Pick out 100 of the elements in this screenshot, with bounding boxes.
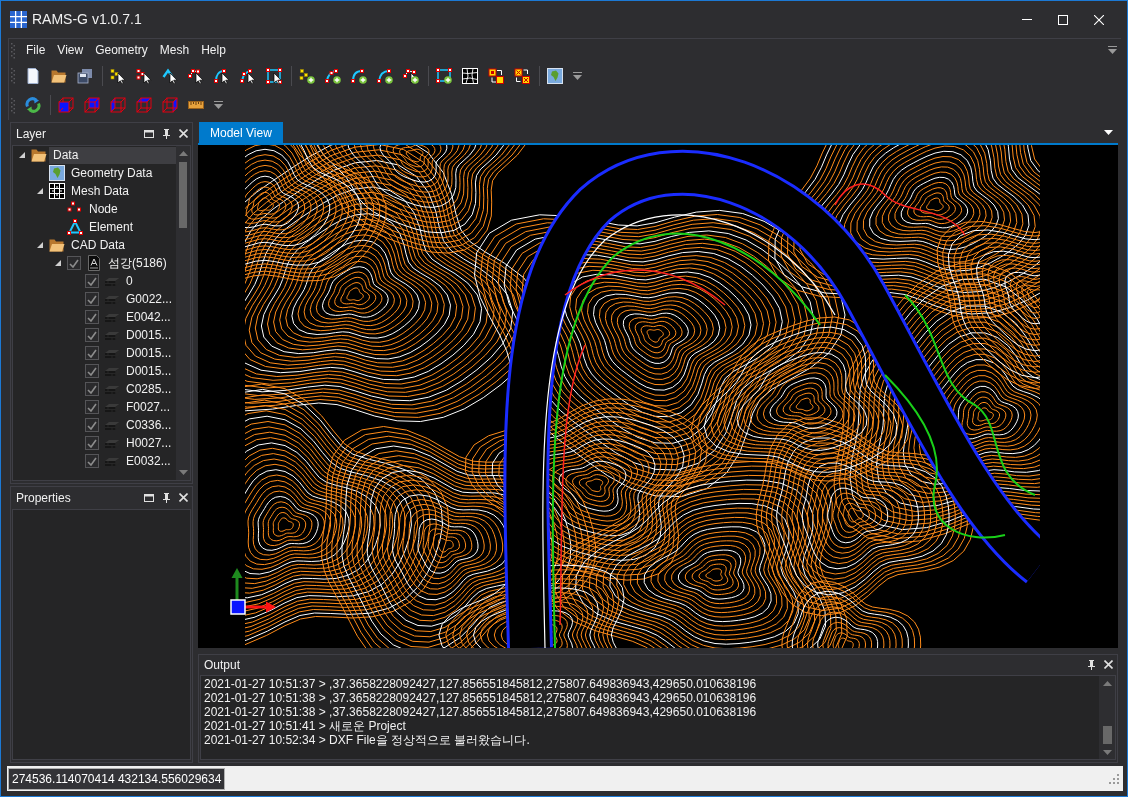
menu-item[interactable]: Help xyxy=(195,40,232,60)
tree-item[interactable]: C0336... xyxy=(122,416,175,434)
refresh-icon[interactable] xyxy=(25,97,41,113)
curve-plus-icon[interactable] xyxy=(351,67,367,84)
overflow-icon[interactable] xyxy=(573,71,582,80)
checkbox[interactable] xyxy=(85,382,99,396)
polyline-plus-icon[interactable] xyxy=(403,67,419,84)
checkbox[interactable] xyxy=(85,400,99,414)
rectangle-cursor-icon[interactable] xyxy=(266,67,282,84)
points-cursor-icon[interactable] xyxy=(110,67,126,84)
tree-item[interactable]: C0285... xyxy=(122,380,175,398)
tree-item[interactable]: G0022... xyxy=(122,290,176,308)
scrollbar-track[interactable] xyxy=(176,146,190,480)
checkbox[interactable] xyxy=(85,310,99,324)
grid-icon xyxy=(10,11,27,28)
points-cursor-icon[interactable] xyxy=(136,67,152,84)
rectangle-plus-icon[interactable] xyxy=(436,67,452,84)
window-icon[interactable] xyxy=(144,129,154,138)
squares-arrows-icon[interactable] xyxy=(488,67,504,84)
toolbar-grip[interactable] xyxy=(11,96,15,114)
menu-item[interactable]: Geometry xyxy=(89,40,154,60)
squares-arrows-icon[interactable] xyxy=(514,67,530,84)
scrollbar-thumb[interactable] xyxy=(179,162,187,228)
panel-title: Layer xyxy=(16,126,47,141)
cube-icon[interactable] xyxy=(162,97,178,113)
axis-icon xyxy=(230,568,276,616)
toolbar-grip[interactable] xyxy=(11,67,15,84)
checkbox[interactable] xyxy=(85,292,99,306)
checkbox[interactable] xyxy=(67,256,81,270)
expanded-arrow-icon[interactable] xyxy=(37,188,43,194)
maximize-icon[interactable] xyxy=(1058,14,1068,25)
expanded-arrow-icon[interactable] xyxy=(37,242,43,248)
cube-icon[interactable] xyxy=(58,97,74,113)
window-icon[interactable] xyxy=(144,493,154,502)
checkbox[interactable] xyxy=(85,418,99,432)
curve-plus-icon[interactable] xyxy=(377,67,393,84)
save-icon[interactable] xyxy=(77,67,93,84)
caret-cursor-icon[interactable] xyxy=(162,67,178,84)
checkbox[interactable] xyxy=(85,454,99,468)
cube-icon[interactable] xyxy=(136,97,152,113)
tree-item[interactable]: D0015... xyxy=(122,344,175,362)
tree-item[interactable]: Geometry Data xyxy=(67,164,156,182)
close-icon[interactable] xyxy=(179,493,188,502)
pin-icon[interactable] xyxy=(162,492,171,503)
dropdown-arrow-icon[interactable] xyxy=(1104,130,1113,135)
tree-item[interactable]: 0 xyxy=(122,272,136,290)
log-line: 2021-01-27 10:52:34 > DXF File을 정상적으로 불러왔습니다. xyxy=(204,733,530,747)
cube-icon[interactable] xyxy=(110,97,126,113)
tree-item[interactable]: Element xyxy=(85,218,137,236)
mesh-grid-icon[interactable] xyxy=(462,67,478,84)
tree-item[interactable]: E0042... xyxy=(122,308,174,326)
page-icon[interactable] xyxy=(25,67,41,84)
map-icon xyxy=(49,165,65,181)
tree-item[interactable]: H0027... xyxy=(122,434,175,452)
cube-icon[interactable] xyxy=(84,97,100,113)
expanded-arrow-icon[interactable] xyxy=(19,152,25,158)
tree-item[interactable]: D0015... xyxy=(122,326,175,344)
close-icon[interactable] xyxy=(179,129,188,138)
scroll-up-arrow-icon[interactable] xyxy=(178,151,188,156)
expanded-arrow-icon[interactable] xyxy=(55,260,61,266)
scroll-up-arrow-icon[interactable] xyxy=(1102,681,1112,686)
overflow-icon[interactable] xyxy=(214,101,223,109)
menu-item[interactable]: Mesh xyxy=(153,40,196,60)
window-title: RAMS-G v1.0.7.1 xyxy=(32,11,142,28)
tree-item[interactable]: E0032... xyxy=(122,452,174,470)
toolbar-grip[interactable] xyxy=(11,41,15,59)
menu-item[interactable]: View xyxy=(51,40,90,60)
checkbox[interactable] xyxy=(85,328,99,342)
scroll-down-arrow-icon[interactable] xyxy=(1102,750,1112,755)
map-icon[interactable] xyxy=(547,67,563,84)
scrollbar-thumb[interactable] xyxy=(1102,726,1112,744)
scroll-down-arrow-icon[interactable] xyxy=(178,470,188,475)
panel-title: Properties xyxy=(16,490,71,505)
checkbox[interactable] xyxy=(85,274,99,288)
polyline-cursor-icon[interactable] xyxy=(188,67,204,84)
resize-grip-icon[interactable] xyxy=(1109,773,1119,784)
tree-item[interactable]: F0027... xyxy=(122,398,174,416)
log-line: 2021-01-27 10:51:38 > ,37.3658228092427,127.856551845812,275807.649836943,429650.010638196 xyxy=(204,705,757,719)
checkbox[interactable] xyxy=(85,346,99,360)
tree-item[interactable]: 섬강(5186) xyxy=(104,254,170,272)
checkbox[interactable] xyxy=(85,436,99,450)
document-tab[interactable]: Model View xyxy=(199,122,283,143)
overflow-icon[interactable] xyxy=(1108,46,1117,54)
scrollbar-track[interactable] xyxy=(1099,676,1115,759)
tree-item[interactable]: CAD Data xyxy=(67,236,129,254)
points-plus-icon[interactable] xyxy=(299,67,315,84)
checkbox[interactable] xyxy=(85,364,99,378)
folder-icon xyxy=(49,237,65,253)
curve-plus-icon[interactable] xyxy=(325,67,341,84)
close-icon[interactable] xyxy=(1104,660,1113,669)
pin-icon[interactable] xyxy=(162,128,171,139)
tree-item[interactable]: D0015... xyxy=(122,362,175,380)
curve-cursor-icon[interactable] xyxy=(240,67,256,84)
tree-item[interactable]: Mesh Data xyxy=(67,182,133,200)
tree-item[interactable]: Node xyxy=(85,200,121,218)
tree-item[interactable]: Data xyxy=(49,146,176,164)
menu-item[interactable]: File xyxy=(20,40,52,60)
curve-cursor-icon[interactable] xyxy=(214,67,230,84)
mesh-grid-icon xyxy=(49,183,65,199)
pin-icon[interactable] xyxy=(1087,659,1096,670)
